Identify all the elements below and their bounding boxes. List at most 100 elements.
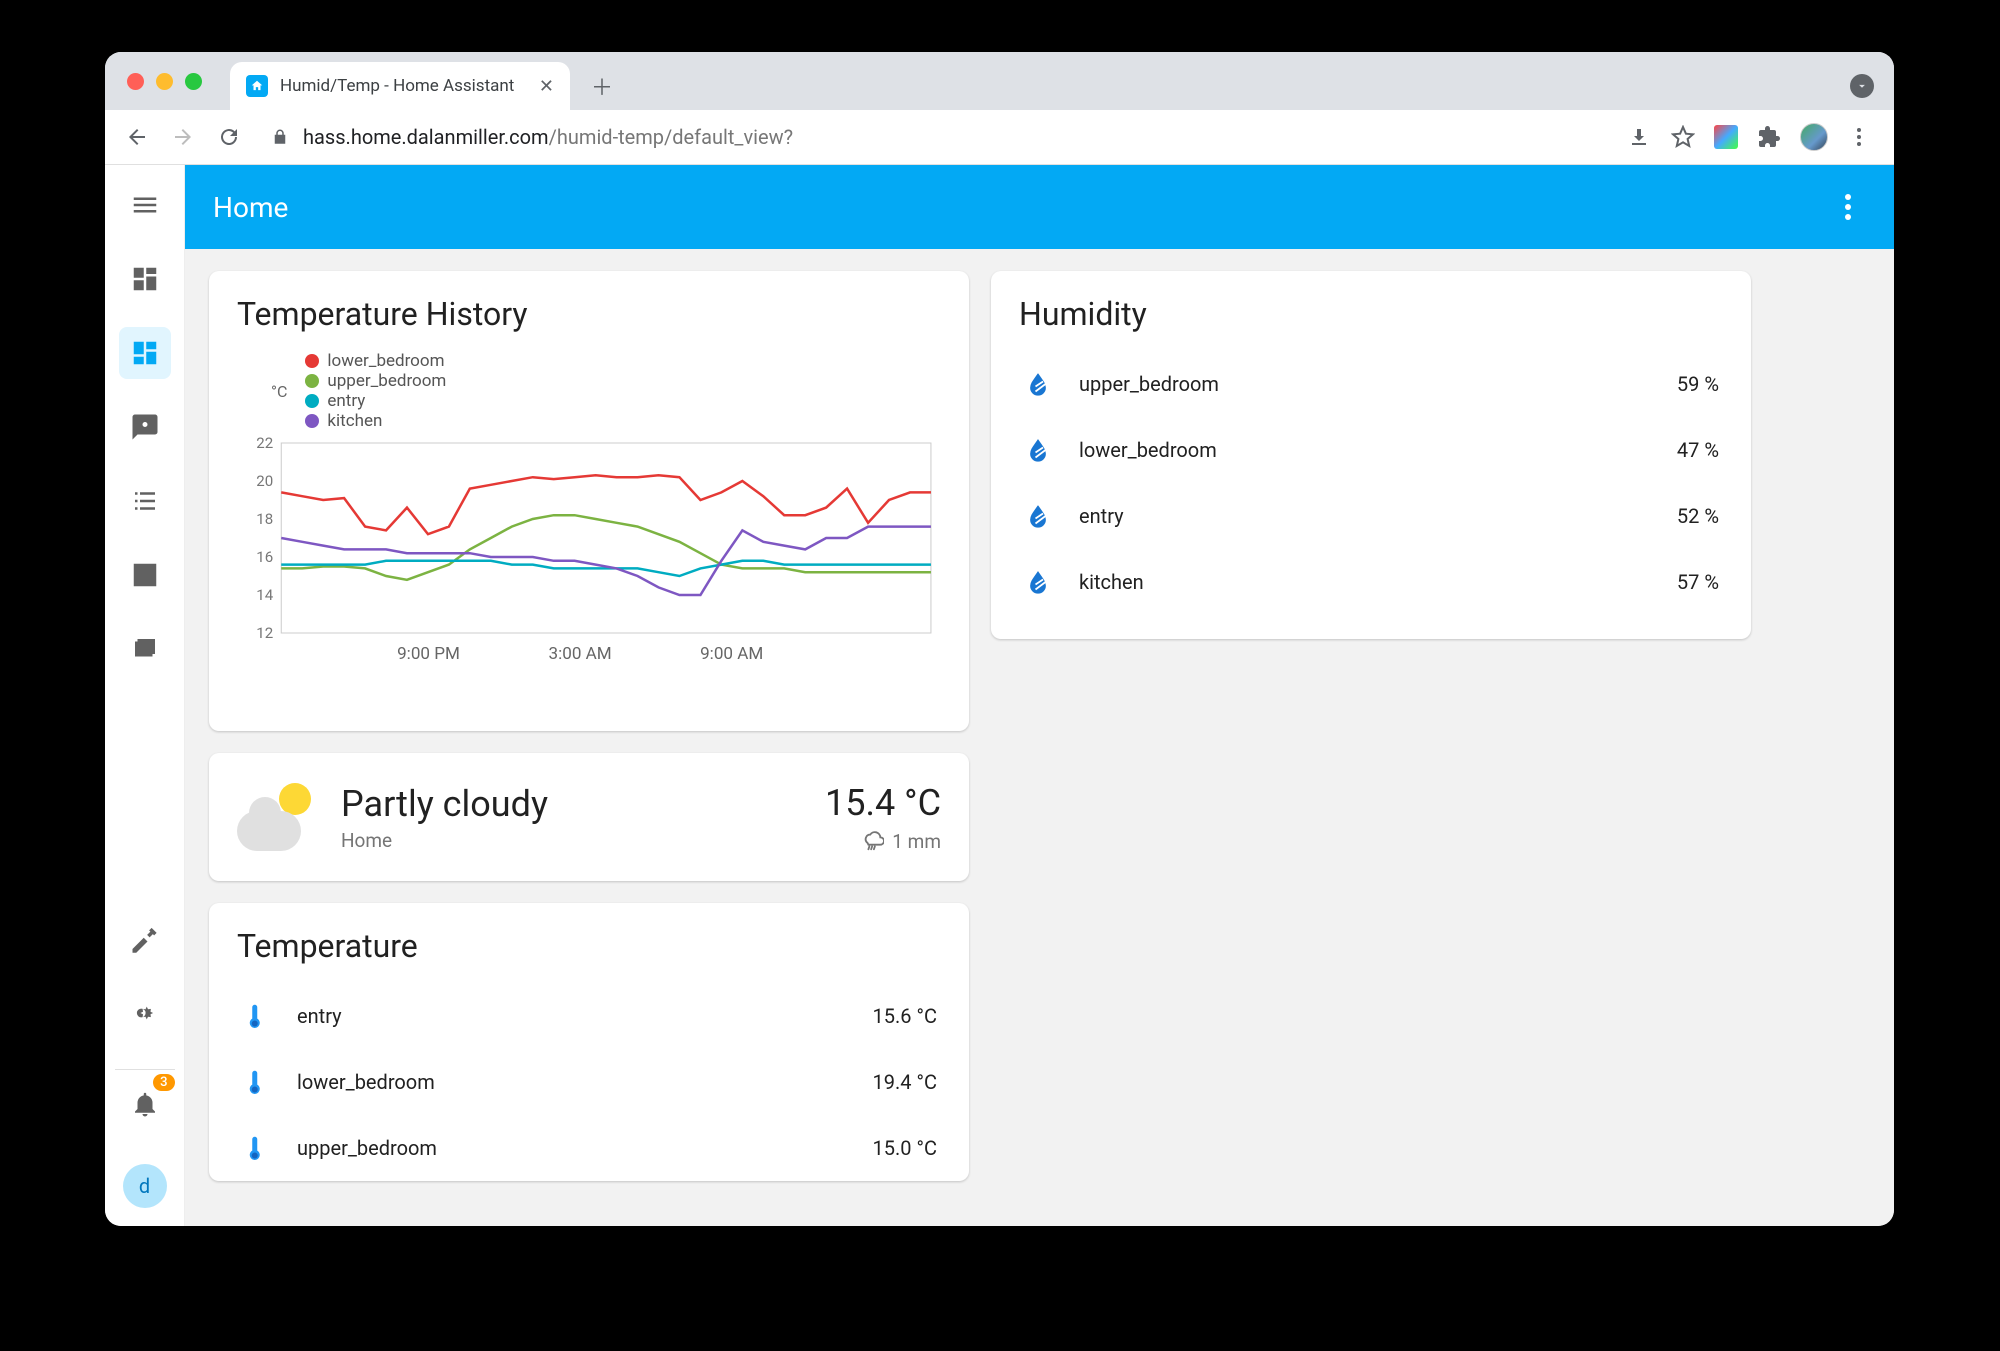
humidity-row[interactable]: entry52 % <box>1019 483 1723 549</box>
entity-name: lower_bedroom <box>297 1070 435 1094</box>
water-drop-icon <box>1023 435 1053 465</box>
water-drop-icon <box>1023 567 1053 597</box>
chart-area: 1214161820229:00 PM3:00 AM9:00 AM <box>237 437 941 707</box>
humidity-row[interactable]: kitchen57 % <box>1019 549 1723 615</box>
entity-value: 47 % <box>1677 438 1719 462</box>
address-bar[interactable]: hass.home.dalanmiller.com/humid-temp/def… <box>257 125 1616 149</box>
menu-icon <box>130 190 160 220</box>
legend-dot-icon <box>305 394 319 408</box>
nav-back-button[interactable] <box>119 119 155 155</box>
browser-actions <box>1626 123 1880 151</box>
humidity-row[interactable]: lower_bedroom 47 % <box>1019 417 1723 483</box>
profile-avatar-icon[interactable] <box>1800 123 1828 151</box>
card-title: Temperature History <box>237 295 941 333</box>
sidebar-item-history[interactable] <box>119 549 171 601</box>
svg-text:12: 12 <box>256 624 273 642</box>
humidity-card[interactable]: Humidity upper_bedroom 59 % lower_bedroom 4… <box>991 271 1751 639</box>
legend-item[interactable]: upper_bedroom <box>305 371 446 391</box>
window-minimize-button[interactable] <box>156 73 173 90</box>
extensions-puzzle-icon[interactable] <box>1756 124 1782 150</box>
browser-tab[interactable]: Humid/Temp - Home Assistant ✕ <box>230 62 570 110</box>
chart-icon <box>130 560 160 590</box>
download-icon[interactable] <box>1626 124 1652 150</box>
entity-name: entry <box>297 1004 342 1028</box>
entity-name: upper_bedroom <box>297 1136 437 1160</box>
entity-value: 19.4 °C <box>873 1070 937 1094</box>
legend-item[interactable]: kitchen <box>305 411 446 431</box>
temperature-row[interactable]: entry 15.6 °C <box>237 983 941 1049</box>
entity-name: kitchen <box>1079 570 1144 594</box>
browser-window: Humid/Temp - Home Assistant ✕ ＋ hass.hom… <box>105 52 1894 1226</box>
sidebar-item-config[interactable] <box>119 987 171 1039</box>
legend-label: entry <box>327 391 365 411</box>
weather-precipitation: 1 mm <box>825 830 941 853</box>
entity-name: entry <box>1079 504 1124 528</box>
dashboard-active-icon <box>130 338 160 368</box>
legend-label: lower_bedroom <box>327 351 444 371</box>
legend-dot-icon <box>305 354 319 368</box>
legend-label: kitchen <box>327 411 382 431</box>
sidebar-item-media[interactable] <box>119 623 171 675</box>
browser-toolbar: hass.home.dalanmiller.com/humid-temp/def… <box>105 110 1894 165</box>
media-icon <box>130 634 160 664</box>
sidebar-user-avatar[interactable]: d <box>123 1164 167 1208</box>
sidebar-item-overview[interactable] <box>119 253 171 305</box>
weather-temperature: 15.4 °C <box>825 782 941 824</box>
url-text: hass.home.dalanmiller.com/humid-temp/def… <box>303 125 793 149</box>
svg-text:22: 22 <box>256 437 273 452</box>
temperature-history-card[interactable]: Temperature History °C lower_bedroom upp… <box>209 271 969 731</box>
browser-menu-icon[interactable] <box>1846 124 1872 150</box>
gear-icon <box>130 998 160 1028</box>
temperature-row[interactable]: upper_bedroom15.0 °C <box>237 1115 941 1181</box>
precipitation-icon <box>862 830 884 852</box>
sidebar-item-map[interactable] <box>119 401 171 453</box>
temperature-card[interactable]: Temperature entry15.6 °Clower_bedroom19.… <box>209 903 969 1181</box>
window-close-button[interactable] <box>127 73 144 90</box>
tab-overflow-icon[interactable] <box>1850 74 1874 98</box>
sidebar-menu-button[interactable] <box>119 179 171 231</box>
nav-reload-button[interactable] <box>211 119 247 155</box>
card-title: Humidity <box>1019 295 1723 333</box>
svg-text:20: 20 <box>256 472 273 490</box>
weather-card[interactable]: Partly cloudy Home 15.4 °C 1 mm <box>209 753 969 881</box>
y-axis-unit: °C <box>271 382 287 401</box>
sidebar-item-logbook[interactable] <box>119 475 171 527</box>
more-vert-icon <box>1845 194 1851 220</box>
nav-forward-button[interactable] <box>165 119 201 155</box>
view-more-button[interactable] <box>1830 189 1866 225</box>
legend-item[interactable]: entry <box>305 391 446 411</box>
home-assistant-favicon-icon <box>246 75 268 97</box>
entity-value: 59 % <box>1677 372 1719 396</box>
bell-icon <box>130 1089 160 1119</box>
legend-item[interactable]: lower_bedroom <box>305 351 446 371</box>
partly-cloudy-icon <box>237 777 317 857</box>
app-body: 3 d Home Temperature History <box>105 165 1894 1226</box>
temperature-row[interactable]: lower_bedroom 19.4 °C <box>237 1049 941 1115</box>
tab-close-icon[interactable]: ✕ <box>539 76 554 97</box>
humidity-row[interactable]: upper_bedroom 59 % <box>1019 351 1723 417</box>
list-icon <box>130 486 160 516</box>
entity-value: 15.6 °C <box>873 1004 937 1028</box>
window-zoom-button[interactable] <box>185 73 202 90</box>
weather-location: Home <box>341 829 801 852</box>
svg-text:9:00 PM: 9:00 PM <box>397 644 460 664</box>
line-chart: 1214161820229:00 PM3:00 AM9:00 AM <box>237 437 941 667</box>
new-tab-button[interactable]: ＋ <box>582 66 622 106</box>
user-initial: d <box>139 1174 150 1198</box>
bookmark-star-icon[interactable] <box>1670 124 1696 150</box>
view-topbar: Home <box>185 165 1894 249</box>
svg-text:16: 16 <box>256 548 273 566</box>
chart-legend: °C lower_bedroom upper_bedroom entry kit… <box>271 351 941 431</box>
extension-icon[interactable] <box>1714 125 1738 149</box>
entity-name: lower_bedroom <box>1079 438 1217 462</box>
entity-name: upper_bedroom <box>1079 372 1219 396</box>
sidebar-item-humid-temp[interactable] <box>119 327 171 379</box>
legend-dot-icon <box>305 374 319 388</box>
svg-text:9:00 AM: 9:00 AM <box>700 644 763 664</box>
sidebar-item-devtools[interactable] <box>119 913 171 965</box>
view-title: Home <box>213 191 288 224</box>
svg-text:14: 14 <box>256 586 273 604</box>
sidebar-notifications-button[interactable]: 3 <box>119 1078 171 1130</box>
sidebar-rail: 3 d <box>105 165 185 1226</box>
water-drop-icon <box>1023 501 1053 531</box>
